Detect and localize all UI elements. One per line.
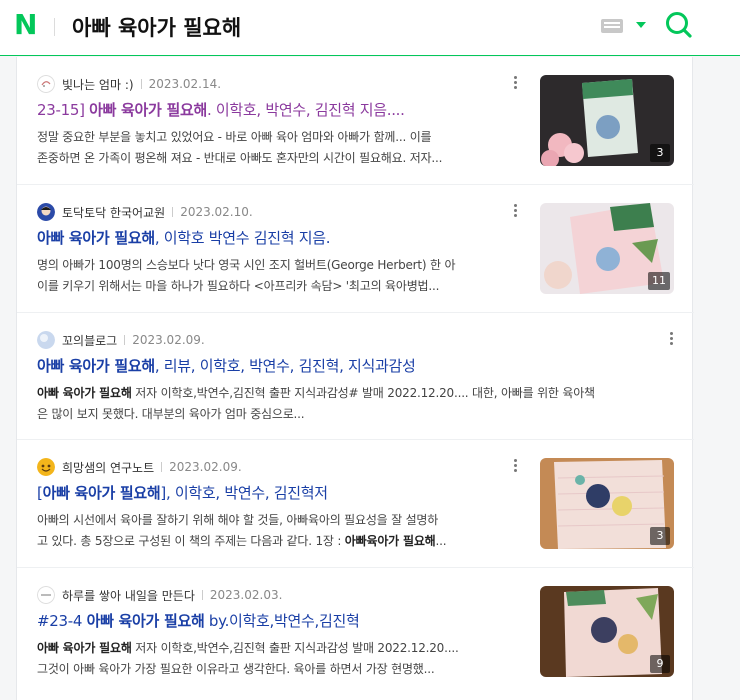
snippet-line: 은 많이 보지 못했다. 대부분의 육아가 엄마 중심으로... (37, 407, 305, 421)
blog-name[interactable]: 꼬의블로그 (62, 332, 117, 349)
snippet-line: 존중하면 온 가족이 평온해 져요 - 반대로 아빠도 혼자만의 시간이 필요해… (37, 151, 443, 165)
title-prefix: 23-15] (37, 101, 90, 119)
title-keyword: 아빠 육아가 필요해 (37, 357, 155, 375)
result-item: 꼬의블로그 2023.02.09. 아빠 육아가 필요해, 리뷰, 이학호, 박… (17, 313, 694, 440)
result-title-link[interactable]: 아빠 육아가 필요해, 이학호 박연수 김진혁 지음. (37, 227, 532, 248)
result-title-link[interactable]: 23-15] 아빠 육아가 필요해. 이학호, 박연수, 김진혁 지음.... (37, 99, 532, 120)
snippet-text: 저자 이학호,박연수,김진혁 출판 지식과감성 발매 2022.12.20...… (131, 641, 459, 655)
image-count-badge: 11 (648, 272, 670, 290)
meta-divider (124, 335, 126, 345)
snippet-line: 고 있다. 총 5장으로 구성된 이 책의 주제는 다음과 같다. 1장 : 아… (37, 531, 532, 552)
result-item: 하루를 쌓아 내일을 만든다 2023.02.03. #23-4 아빠 육아가 … (17, 568, 694, 700)
title-suffix: , 리뷰, 이학호, 박연수, 김진혁, 지식과감성 (154, 357, 416, 375)
result-snippet[interactable]: 정말 중요한 부분을 놓치고 있었어요 - 바로 아빠 육아 엄마와 아빠가 함… (37, 127, 532, 169)
result-title-link[interactable]: #23-4 아빠 육아가 필요해 by.이학호,박연수,김진혁 (37, 610, 532, 631)
result-item: 희망샘의 연구노트 2023.02.09. [아빠 육아가 필요해], 이학호,… (17, 440, 694, 568)
post-date: 2023.02.14. (148, 77, 222, 91)
result-thumbnail[interactable]: 9 (540, 586, 674, 677)
snippet-line: 아빠 육아가 필요해 저자 이학호,박연수,김진혁 출판 지식과감성 발매 20… (37, 638, 532, 659)
title-suffix: ], 이학호, 박연수, 김진혁저 (160, 484, 328, 502)
image-count-badge: 9 (650, 655, 670, 673)
snippet-line: 명의 아빠가 100명의 스승보다 낫다 영국 시인 조지 헐버트(George… (37, 258, 456, 272)
image-count-badge: 3 (650, 527, 670, 545)
result-thumbnail[interactable]: 11 (540, 203, 674, 294)
more-options-icon[interactable] (510, 457, 520, 475)
snippet-keyword: 아빠육아가 필요해 (344, 534, 436, 548)
more-options-icon[interactable] (666, 330, 676, 348)
title-keyword: 아빠 육아가 필요해 (86, 612, 205, 630)
keyboard-icon[interactable] (601, 19, 623, 33)
snippet-keyword: 아빠 육아가 필요해 (37, 641, 132, 655)
blog-avatar[interactable] (37, 331, 55, 349)
result-meta: 토닥토닥 한국어교원 2023.02.10. (37, 203, 253, 221)
result-snippet[interactable]: 아빠 육아가 필요해 저자 이학호,박연수,김진혁 출판 지식과감성# 발매 2… (37, 383, 672, 425)
snippet-line: 이를 키우기 위해서는 마을 하나가 필요하다 <아프리카 속담> '최고의 육… (37, 279, 440, 293)
snippet-line: 아빠의 시선에서 육아를 잘하기 위해 해야 할 것들, 아빠육아의 필요성을 … (37, 513, 439, 527)
snippet-line: 그것이 아빠 육아가 가장 필요한 이유라고 생각한다. 육아를 하면서 가장 … (37, 662, 435, 676)
result-item: 빛나는 엄마 :) 2023.02.14. 23-15] 아빠 육아가 필요해.… (17, 57, 694, 185)
title-suffix: . 이학호, 박연수, 김진혁 지음.... (206, 101, 405, 119)
blog-avatar[interactable] (37, 458, 55, 476)
blog-avatar[interactable] (37, 75, 55, 93)
result-snippet[interactable]: 아빠 육아가 필요해 저자 이학호,박연수,김진혁 출판 지식과감성 발매 20… (37, 638, 532, 680)
result-thumbnail[interactable]: 3 (540, 458, 674, 549)
result-item: 토닥토닥 한국어교원 2023.02.10. 아빠 육아가 필요해, 이학호 박… (17, 185, 694, 313)
result-title-link[interactable]: 아빠 육아가 필요해, 리뷰, 이학호, 박연수, 김진혁, 지식과감성 (37, 355, 667, 376)
header-divider (54, 18, 55, 36)
result-snippet[interactable]: 명의 아빠가 100명의 스승보다 낫다 영국 시인 조지 헐버트(George… (37, 255, 532, 297)
naver-logo[interactable]: N (14, 11, 37, 39)
title-keyword: 아빠 육아가 필요해 (37, 229, 155, 247)
blog-name[interactable]: 희망샘의 연구노트 (62, 459, 154, 476)
caret-down-icon[interactable] (636, 22, 646, 28)
snippet-line: 정말 중요한 부분을 놓치고 있었어요 - 바로 아빠 육아 엄마와 아빠가 함… (37, 130, 432, 144)
title-suffix: by.이학호,박연수,김진혁 (204, 612, 360, 630)
result-snippet[interactable]: 아빠의 시선에서 육아를 잘하기 위해 해야 할 것들, 아빠육아의 필요성을 … (37, 510, 532, 552)
snippet-ellipsis: ... (435, 534, 447, 548)
meta-divider (172, 207, 174, 217)
title-keyword: 아빠 육아가 필요해 (89, 101, 207, 119)
meta-divider (140, 79, 142, 89)
post-date: 2023.02.10. (180, 205, 253, 219)
title-suffix: , 이학호 박연수 김진혁 지음. (154, 229, 331, 247)
blog-name[interactable]: 하루를 쌓아 내일을 만든다 (62, 587, 195, 604)
blog-name[interactable]: 빛나는 엄마 :) (62, 76, 134, 93)
more-options-icon[interactable] (510, 74, 520, 92)
top-bar: N 아빠 육아가 필요해 (0, 0, 740, 56)
result-title-link[interactable]: [아빠 육아가 필요해], 이학호, 박연수, 김진혁저 (37, 482, 532, 503)
search-icon[interactable] (664, 10, 694, 40)
result-thumbnail[interactable]: 3 (540, 75, 674, 166)
blog-avatar[interactable] (37, 203, 55, 221)
post-date: 2023.02.03. (209, 588, 283, 602)
post-date: 2023.02.09. (169, 460, 242, 474)
image-count-badge: 3 (650, 144, 670, 162)
meta-divider (201, 590, 203, 600)
title-keyword: 아빠 육아가 필요해 (42, 484, 161, 502)
snippet-text: 고 있다. 총 5장으로 구성된 이 책의 주제는 다음과 같다. 1장 : (37, 534, 345, 548)
result-meta: 하루를 쌓아 내일을 만든다 2023.02.03. (37, 586, 282, 604)
title-prefix: #23-4 (37, 612, 87, 630)
blog-avatar[interactable] (37, 586, 55, 604)
snippet-line: 아빠 육아가 필요해 저자 이학호,박연수,김진혁 출판 지식과감성# 발매 2… (37, 383, 672, 404)
search-query-text[interactable]: 아빠 육아가 필요해 (72, 12, 241, 42)
result-meta: 희망샘의 연구노트 2023.02.09. (37, 458, 242, 476)
result-meta: 빛나는 엄마 :) 2023.02.14. (37, 75, 221, 93)
snippet-keyword: 아빠 육아가 필요해 (37, 386, 132, 400)
results-list: 빛나는 엄마 :) 2023.02.14. 23-15] 아빠 육아가 필요해.… (16, 57, 694, 700)
snippet-text: 저자 이학호,박연수,김진혁 출판 지식과감성# 발매 2022.12.20..… (131, 386, 595, 400)
post-date: 2023.02.09. (132, 333, 205, 347)
result-meta: 꼬의블로그 2023.02.09. (37, 331, 205, 349)
blog-name[interactable]: 토닥토닥 한국어교원 (62, 204, 165, 221)
meta-divider (161, 462, 163, 472)
more-options-icon[interactable] (510, 202, 520, 220)
